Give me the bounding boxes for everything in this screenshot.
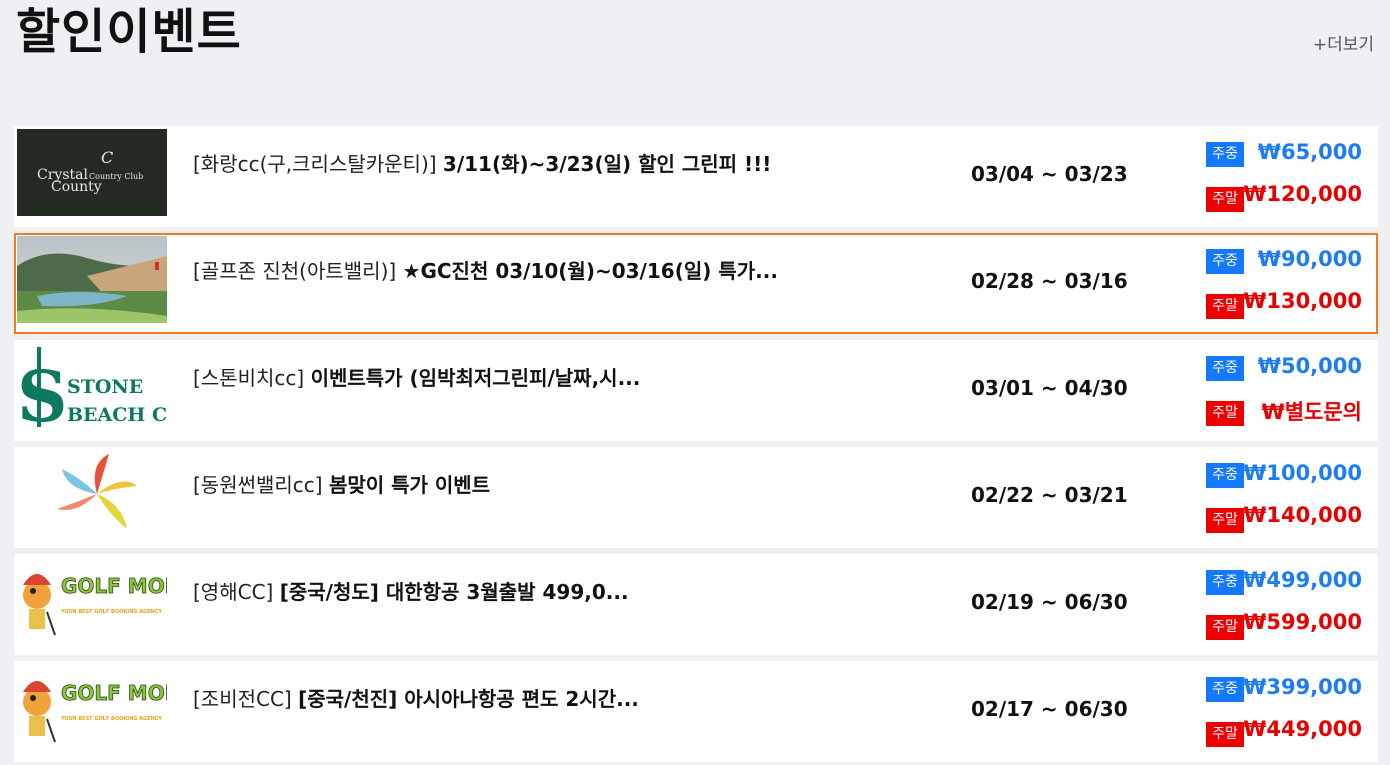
weekend-price: ₩130,000 [1243,289,1362,313]
golfmon-logo: GOLF MON YOUR BEST GOLF BOOKING AGENCY [17,664,167,751]
weekend-price: ₩449,000 [1243,717,1362,741]
more-link[interactable]: +더보기 [1313,30,1374,55]
club-name: [화랑cc(구,크리스탈카운티)] [193,152,437,176]
svg-text:YOUR BEST GOLF BOOKING AGENCY: YOUR BEST GOLF BOOKING AGENCY [60,716,162,722]
event-title[interactable]: [화랑cc(구,크리스탈카운티)] 3/11(화)~3/23(일) 할인 그린피… [193,148,771,177]
event-row[interactable]: [동원썬밸리cc] 봄맞이 특가 이벤트 02/22 ~ 03/21 주중 ₩1… [14,447,1378,548]
svg-text:YOUR BEST GOLF BOOKING AGENCY: YOUR BEST GOLF BOOKING AGENCY [60,609,162,615]
event-row[interactable]: GOLF MON YOUR BEST GOLF BOOKING AGENCY [… [14,661,1378,762]
svg-text:BEACH CC: BEACH CC [67,404,167,426]
weekday-badge: 주중 [1206,249,1244,274]
weekend-badge: 주말 [1206,615,1244,640]
event-name: ★GC진천 03/10(월)~03/16(일) 특가... [402,259,778,283]
svg-text:S: S [17,355,68,430]
weekday-badge: 주중 [1206,142,1244,167]
club-name: [스톤비치cc] [193,366,305,390]
weekend-price: ₩별도문의 [1261,400,1362,424]
event-title[interactable]: [골프존 진천(아트밸리)] ★GC진천 03/10(월)~03/16(일) 특… [193,255,778,284]
event-name: 3/11(화)~3/23(일) 할인 그린피 !!! [442,152,772,176]
weekday-badge: 주중 [1206,677,1244,702]
event-name: 이벤트특가 (임박최저그린피/날짜,시... [310,366,641,390]
event-title[interactable]: [조비전CC] [중국/천진] 아시아나항공 편도 2시간... [193,683,639,712]
weekday-price: ₩50,000 [1257,354,1362,378]
weekend-badge: 주말 [1206,508,1244,533]
event-row[interactable]: S STONE BEACH CC [스톤비치cc] 이벤트특가 (임박최저그린피… [14,340,1378,441]
stone-beach-logo: S STONE BEACH CC [17,343,167,430]
club-name: [영해CC] [193,580,274,604]
svg-text:County: County [51,179,102,195]
weekend-price: ₩599,000 [1243,610,1362,634]
weekend-price: ₩140,000 [1243,503,1362,527]
event-name: 봄맞이 특가 이벤트 [328,473,491,497]
event-period: 03/04 ~ 03/23 [971,162,1128,186]
weekday-badge: 주중 [1206,356,1244,381]
event-row[interactable]: [골프존 진천(아트밸리)] ★GC진천 03/10(월)~03/16(일) 특… [14,233,1378,334]
event-name: [중국/청도] 대한항공 3월출발 499,0... [279,580,629,604]
event-name: [중국/천진] 아시아나항공 편도 2시간... [298,687,639,711]
weekend-badge: 주말 [1206,294,1244,319]
weekend-badge: 주말 [1206,401,1244,426]
club-name: [조비전CC] [193,687,292,711]
crystal-county-logo: C Crystal County Country Club [17,129,167,216]
event-row[interactable]: C Crystal County Country Club [화랑cc(구,크리… [14,126,1378,227]
event-title[interactable]: [스톤비치cc] 이벤트특가 (임박최저그린피/날짜,시... [193,362,640,391]
event-row[interactable]: GOLF MON YOUR BEST GOLF BOOKING AGENCY [… [14,554,1378,655]
svg-text:C: C [101,148,113,167]
svg-text:STONE: STONE [67,376,143,398]
weekday-badge: 주중 [1206,463,1244,488]
svg-text:GOLF MON: GOLF MON [61,574,167,598]
weekday-price: ₩399,000 [1243,675,1362,699]
weekend-price: ₩120,000 [1243,182,1362,206]
page-title: 할인이벤트 [16,4,242,60]
event-period: 03/01 ~ 04/30 [971,376,1128,400]
svg-text:GOLF MON: GOLF MON [61,681,167,705]
weekday-price: ₩499,000 [1243,568,1362,592]
event-title[interactable]: [영해CC] [중국/청도] 대한항공 3월출발 499,0... [193,576,629,605]
weekday-price: ₩65,000 [1257,140,1362,164]
weekend-badge: 주말 [1206,722,1244,747]
weekend-badge: 주말 [1206,187,1244,212]
weekday-price: ₩90,000 [1257,247,1362,271]
event-list: C Crystal County Country Club [화랑cc(구,크리… [14,126,1378,765]
svg-text:Country Club: Country Club [89,172,143,181]
weekday-price: ₩100,000 [1243,461,1362,485]
golfmon-logo: GOLF MON YOUR BEST GOLF BOOKING AGENCY [17,557,167,644]
event-period: 02/28 ~ 03/16 [971,269,1128,293]
event-period: 02/19 ~ 06/30 [971,590,1128,614]
event-period: 02/22 ~ 03/21 [971,483,1128,507]
dongwon-sunvalley-logo [17,450,167,537]
golf-course-photo [17,236,167,323]
event-title[interactable]: [동원썬밸리cc] 봄맞이 특가 이벤트 [193,469,490,498]
club-name: [골프존 진천(아트밸리)] [193,259,397,283]
weekday-badge: 주중 [1206,570,1244,595]
event-period: 02/17 ~ 06/30 [971,697,1128,721]
club-name: [동원썬밸리cc] [193,473,323,497]
